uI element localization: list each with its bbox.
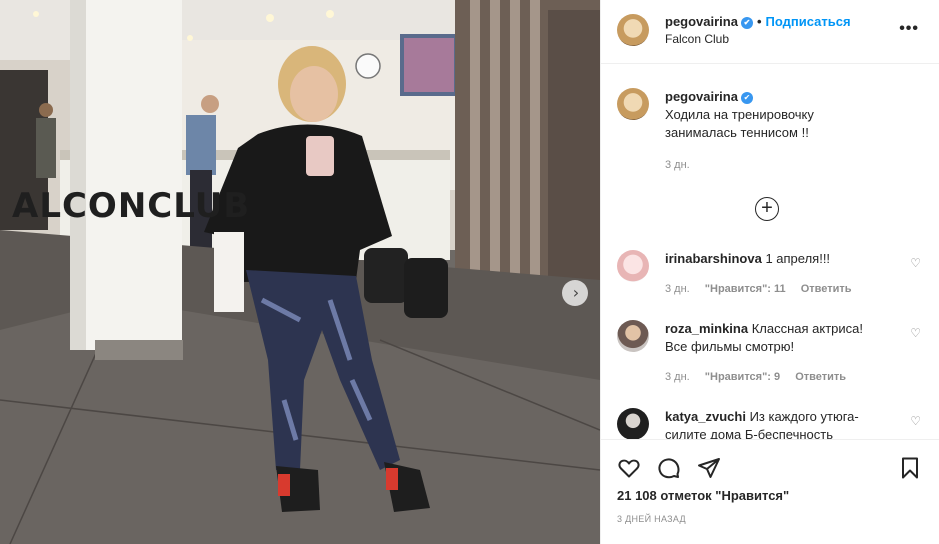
comments-list[interactable]: pegovairina ✔ Ходила на тренировочку зани… xyxy=(601,64,939,440)
follow-button[interactable]: Подписаться xyxy=(766,14,851,29)
post-sidebar: pegovairina ✔ • Подписаться Falcon Club •••… xyxy=(600,0,939,544)
post-actions xyxy=(617,450,924,486)
bookmark-icon[interactable] xyxy=(898,456,922,480)
separator-dot: • xyxy=(756,14,762,29)
verified-badge-icon: ✔ xyxy=(740,91,753,104)
post-photo[interactable]: ALCONCLUB › xyxy=(0,0,600,544)
comment-avatar[interactable] xyxy=(617,250,649,282)
caption-text-line1: Ходила на тренировочку xyxy=(665,107,814,122)
comment-age: 3 дн. xyxy=(665,371,690,383)
post-timestamp[interactable]: 3 дней назад xyxy=(617,514,686,524)
more-options-icon[interactable]: ••• xyxy=(899,20,919,38)
comment-like-heart-icon[interactable]: ♡ xyxy=(910,326,921,340)
author-username[interactable]: pegovairina xyxy=(665,14,738,29)
caption-text-line2: занималась теннисом !! xyxy=(665,125,809,140)
comment-avatar[interactable] xyxy=(617,408,649,439)
comment-icon[interactable] xyxy=(657,456,681,480)
verified-badge-icon: ✔ xyxy=(740,16,753,29)
post-header: pegovairina ✔ • Подписаться Falcon Club ••• xyxy=(601,0,939,64)
photo-scene xyxy=(0,0,600,544)
comment-text: 1 апреля!!! xyxy=(765,251,831,266)
post-location[interactable]: Falcon Club xyxy=(665,32,729,46)
comment-like-heart-icon[interactable]: ♡ xyxy=(910,414,921,428)
comment-likes[interactable]: "Нравится": 11 xyxy=(705,283,786,295)
post-caption: pegovairina ✔ Ходила на тренировочку зани… xyxy=(617,88,917,174)
comment-username[interactable]: irinabarshinova xyxy=(665,251,762,266)
comment-username[interactable]: katya_zvuchi xyxy=(665,409,746,424)
author-avatar[interactable] xyxy=(617,14,649,46)
chevron-right-icon: › xyxy=(572,283,580,302)
comment-item: roza_minkina Классная актриса! Все фильм… xyxy=(617,320,921,386)
reply-button[interactable]: Ответить xyxy=(801,283,852,295)
heart-icon[interactable] xyxy=(617,456,641,480)
comment-item: irinabarshinova 1 апреля!!! 3 дн. "Нрави… xyxy=(617,250,921,298)
comment-avatar[interactable] xyxy=(617,320,649,352)
reply-button[interactable]: Ответить xyxy=(795,371,846,383)
comment-username[interactable]: roza_minkina xyxy=(665,321,748,336)
author-line: pegovairina ✔ • Подписаться xyxy=(665,14,851,29)
comment-likes[interactable]: "Нравится": 9 xyxy=(705,371,780,383)
comment-item: katya_zvuchi Из каждого утюга- силите до… xyxy=(617,408,921,439)
comment-age: 3 дн. xyxy=(665,283,690,295)
caption-avatar[interactable] xyxy=(617,88,649,120)
like-count[interactable]: 21 108 отметок "Нравится" xyxy=(617,488,789,503)
photo-watermark-text: ALCONCLUB xyxy=(12,186,251,226)
share-icon[interactable] xyxy=(697,456,721,480)
caption-age: 3 дн. xyxy=(665,159,690,171)
caption-username[interactable]: pegovairina xyxy=(665,89,738,104)
load-more-comments-button[interactable]: + xyxy=(755,197,779,221)
comment-like-heart-icon[interactable]: ♡ xyxy=(910,256,921,270)
next-photo-button[interactable]: › xyxy=(562,280,588,306)
